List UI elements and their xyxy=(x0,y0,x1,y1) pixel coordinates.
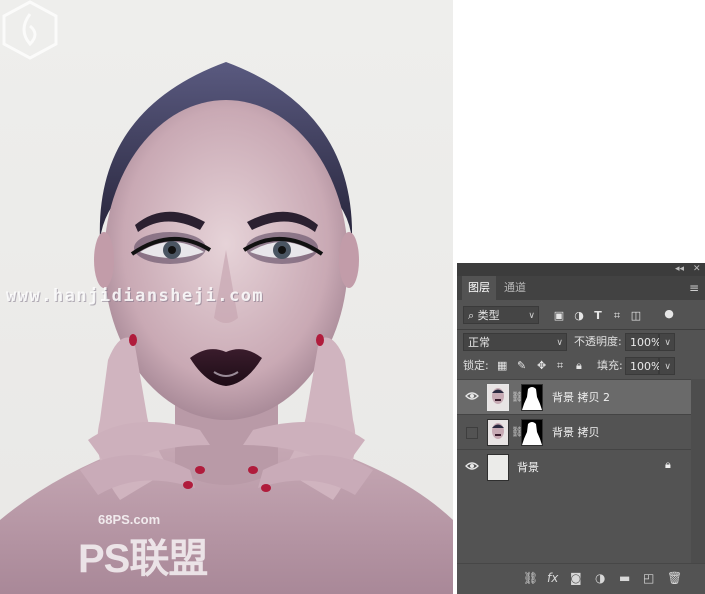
eye-icon[interactable] xyxy=(465,461,479,471)
filter-type-label: 类型 xyxy=(477,309,500,322)
type-filter-icon[interactable]: T xyxy=(591,309,605,323)
shape-filter-icon[interactable]: ⌗ xyxy=(610,309,624,323)
folder-icon[interactable]: ▬ xyxy=(619,571,630,585)
chevron-down-icon: ∨ xyxy=(528,311,535,321)
layer-mask-thumbnail[interactable] xyxy=(521,419,543,446)
opacity-input[interactable]: 100% xyxy=(625,333,662,351)
lock-row: 锁定: ▦ ✎ ✥ ⌗ 🔒︎ 填充: 100% ∨ xyxy=(457,357,705,377)
blend-mode-select[interactable]: 正常 ∨ xyxy=(463,333,567,351)
watermark-text: www.hanjidiansheji.com xyxy=(6,286,265,306)
smart-object-filter-icon[interactable]: ◫ xyxy=(629,309,643,323)
scrollbar[interactable] xyxy=(691,379,705,594)
lock-position-icon[interactable]: ✥ xyxy=(537,357,546,375)
divider xyxy=(457,329,705,330)
logo-text: PS联盟 xyxy=(78,537,208,581)
collapse-icon[interactable]: ◂◂ xyxy=(675,263,684,276)
layer-row[interactable]: 背景 🔒︎ xyxy=(457,449,691,484)
blend-mode-value: 正常 xyxy=(468,336,490,349)
fx-icon[interactable]: fx xyxy=(547,571,558,585)
layer-row[interactable]: ⛓︎ 背景 拷贝 xyxy=(457,414,691,449)
layer-row[interactable]: ⛓︎ 背景 拷贝 2 xyxy=(457,379,691,414)
panel-tabs: 图层 通道 ≡ xyxy=(457,276,705,300)
adjustment-filter-icon[interactable]: ◑ xyxy=(572,309,586,323)
fill-dropdown[interactable]: ∨ xyxy=(659,357,675,375)
layer-name: 背景 拷贝 2 xyxy=(552,391,610,404)
fill-input[interactable]: 100% xyxy=(625,357,662,375)
layer-thumbnail[interactable] xyxy=(487,419,509,446)
chevron-down-icon: ∨ xyxy=(556,338,563,348)
filter-toggle-icon[interactable]: ● xyxy=(662,307,676,321)
opacity-dropdown[interactable]: ∨ xyxy=(659,333,675,351)
opacity-label: 不透明度: xyxy=(574,335,622,348)
opacity-value: 100% xyxy=(630,336,662,349)
filter-row: ⌕ 类型 ∨ ▣ ◑ T ⌗ ◫ ● xyxy=(457,306,705,326)
chevron-down-icon: ∨ xyxy=(664,338,671,348)
tab-channels[interactable]: 通道 xyxy=(498,276,532,300)
layer-thumbnail[interactable] xyxy=(487,454,509,481)
new-layer-icon[interactable]: ◰ xyxy=(643,571,654,585)
tab-layers[interactable]: 图层 xyxy=(462,276,496,300)
blend-row: 正常 ∨ 不透明度: 100% ∨ xyxy=(457,333,705,353)
fill-value: 100% xyxy=(630,360,662,373)
logo-url: 68PS.com xyxy=(98,512,161,527)
layer-name: 背景 拷贝 xyxy=(552,426,600,439)
filter-type-select[interactable]: ⌕ 类型 ∨ xyxy=(463,306,539,324)
layer-name: 背景 xyxy=(517,461,539,474)
layers-panel: ◂◂ ✕ 图层 通道 ≡ ⌕ 类型 ∨ ▣ ◑ T ⌗ ◫ ● 正常 ∨ 不透明… xyxy=(457,263,705,594)
adjustment-layer-icon[interactable]: ◑ xyxy=(595,571,605,585)
add-mask-icon[interactable]: ◙ xyxy=(570,571,582,585)
eye-icon[interactable] xyxy=(465,391,479,401)
lock-icon: 🔒︎ xyxy=(665,458,671,471)
image-filter-icon[interactable]: ▣ xyxy=(552,309,566,323)
lock-label: 锁定: xyxy=(463,359,489,372)
close-icon[interactable]: ✕ xyxy=(693,263,701,276)
panel-titlebar: ◂◂ ✕ xyxy=(457,263,705,276)
fill-label: 填充: xyxy=(597,359,623,372)
visibility-toggle[interactable] xyxy=(466,427,478,439)
photo-canvas: www.hanjidiansheji.com 68PS.com PS联盟 xyxy=(0,0,453,594)
panel-menu-icon[interactable]: ≡ xyxy=(689,281,699,295)
link-layers-icon[interactable]: ⛓︎ xyxy=(523,571,538,585)
layer-mask-thumbnail[interactable] xyxy=(521,384,543,411)
lock-transparent-icon[interactable]: ▦ xyxy=(497,357,507,375)
lock-all-icon[interactable]: 🔒︎ xyxy=(576,357,582,375)
logo-icon xyxy=(2,0,58,60)
layer-thumbnail[interactable] xyxy=(487,384,509,411)
panel-bottom-bar: ⛓︎ fx ◙ ◑ ▬ ◰ 🗑︎ xyxy=(457,563,705,594)
lock-paint-icon[interactable]: ✎ xyxy=(517,357,526,375)
search-icon: ⌕ xyxy=(468,309,478,322)
chevron-down-icon: ∨ xyxy=(664,362,671,372)
lock-artboard-icon[interactable]: ⌗ xyxy=(557,357,563,375)
trash-icon[interactable]: 🗑︎ xyxy=(667,571,682,585)
